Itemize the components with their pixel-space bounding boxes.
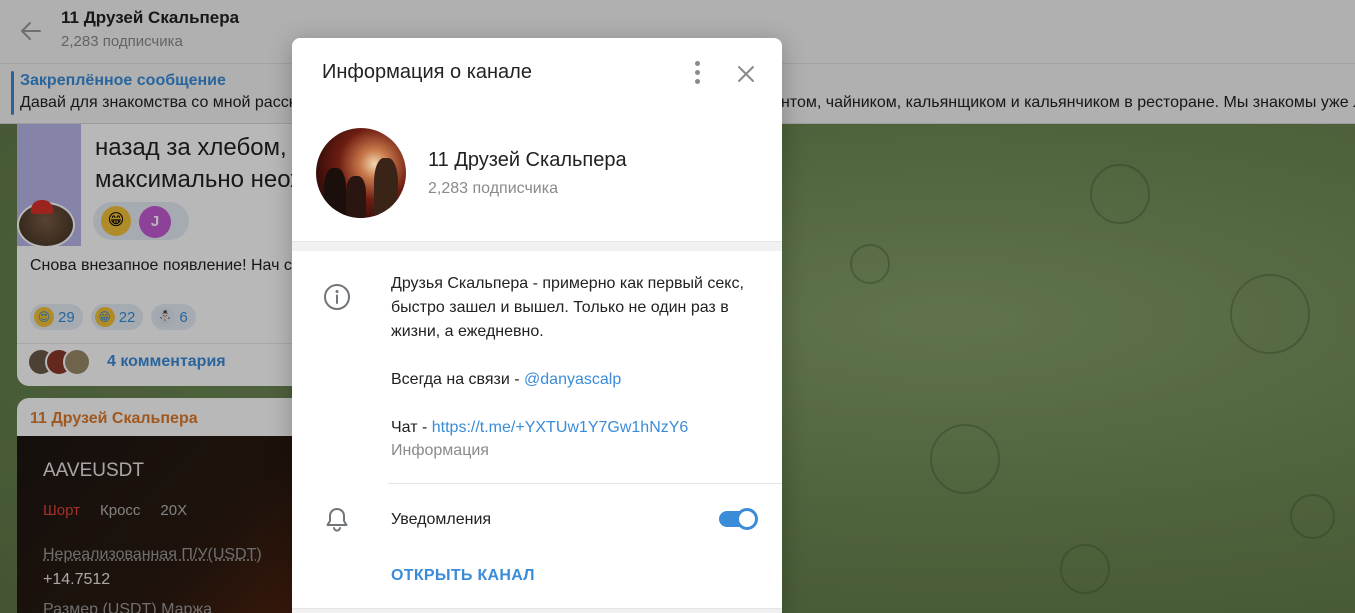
description-text: Друзья Скальпера - примерно как первый с… bbox=[391, 275, 744, 340]
chat-prefix: Чат - bbox=[391, 419, 432, 436]
avatar-figure bbox=[324, 168, 346, 218]
avatar-figure bbox=[346, 176, 366, 218]
contact-prefix: Всегда на связи - bbox=[391, 371, 525, 388]
divider bbox=[388, 483, 782, 484]
more-vertical-icon bbox=[694, 69, 700, 75]
chat-line: Чат - https://t.me/+YXTUw1Y7Gw1hNzY6 bbox=[391, 416, 761, 440]
contact-line: Всегда на связи - @danyascalp bbox=[391, 368, 761, 392]
more-vertical-icon bbox=[694, 78, 700, 84]
toggle-knob bbox=[736, 508, 758, 530]
section-divider bbox=[292, 241, 782, 251]
notifications-toggle[interactable] bbox=[719, 508, 758, 530]
info-icon bbox=[324, 284, 350, 310]
channel-avatar[interactable] bbox=[316, 128, 406, 218]
channel-name: 11 Друзей Скальпера bbox=[428, 149, 627, 171]
section-divider bbox=[292, 608, 782, 613]
close-icon bbox=[738, 66, 754, 82]
chat-invite-link[interactable]: https://t.me/+YXTUw1Y7Gw1hNzY6 bbox=[432, 419, 689, 436]
bell-icon bbox=[326, 508, 348, 532]
contact-handle-link[interactable]: @danyascalp bbox=[524, 371, 621, 388]
avatar-figure bbox=[374, 158, 398, 218]
notifications-label: Уведомления bbox=[391, 511, 492, 528]
close-button[interactable] bbox=[732, 60, 760, 88]
channel-subscribers: 2,283 подписчика bbox=[428, 180, 558, 197]
channel-info-dialog: Информация о канале 11 Друзей Скальпера … bbox=[292, 38, 782, 613]
channel-description: Друзья Скальпера - примерно как первый с… bbox=[391, 272, 761, 440]
dialog-title: Информация о канале bbox=[322, 61, 532, 83]
info-caption: Информация bbox=[391, 442, 489, 459]
open-channel-button[interactable]: ОТКРЫТЬ КАНАЛ bbox=[391, 567, 535, 585]
more-options-button[interactable] bbox=[687, 60, 707, 84]
more-vertical-icon bbox=[694, 60, 700, 66]
